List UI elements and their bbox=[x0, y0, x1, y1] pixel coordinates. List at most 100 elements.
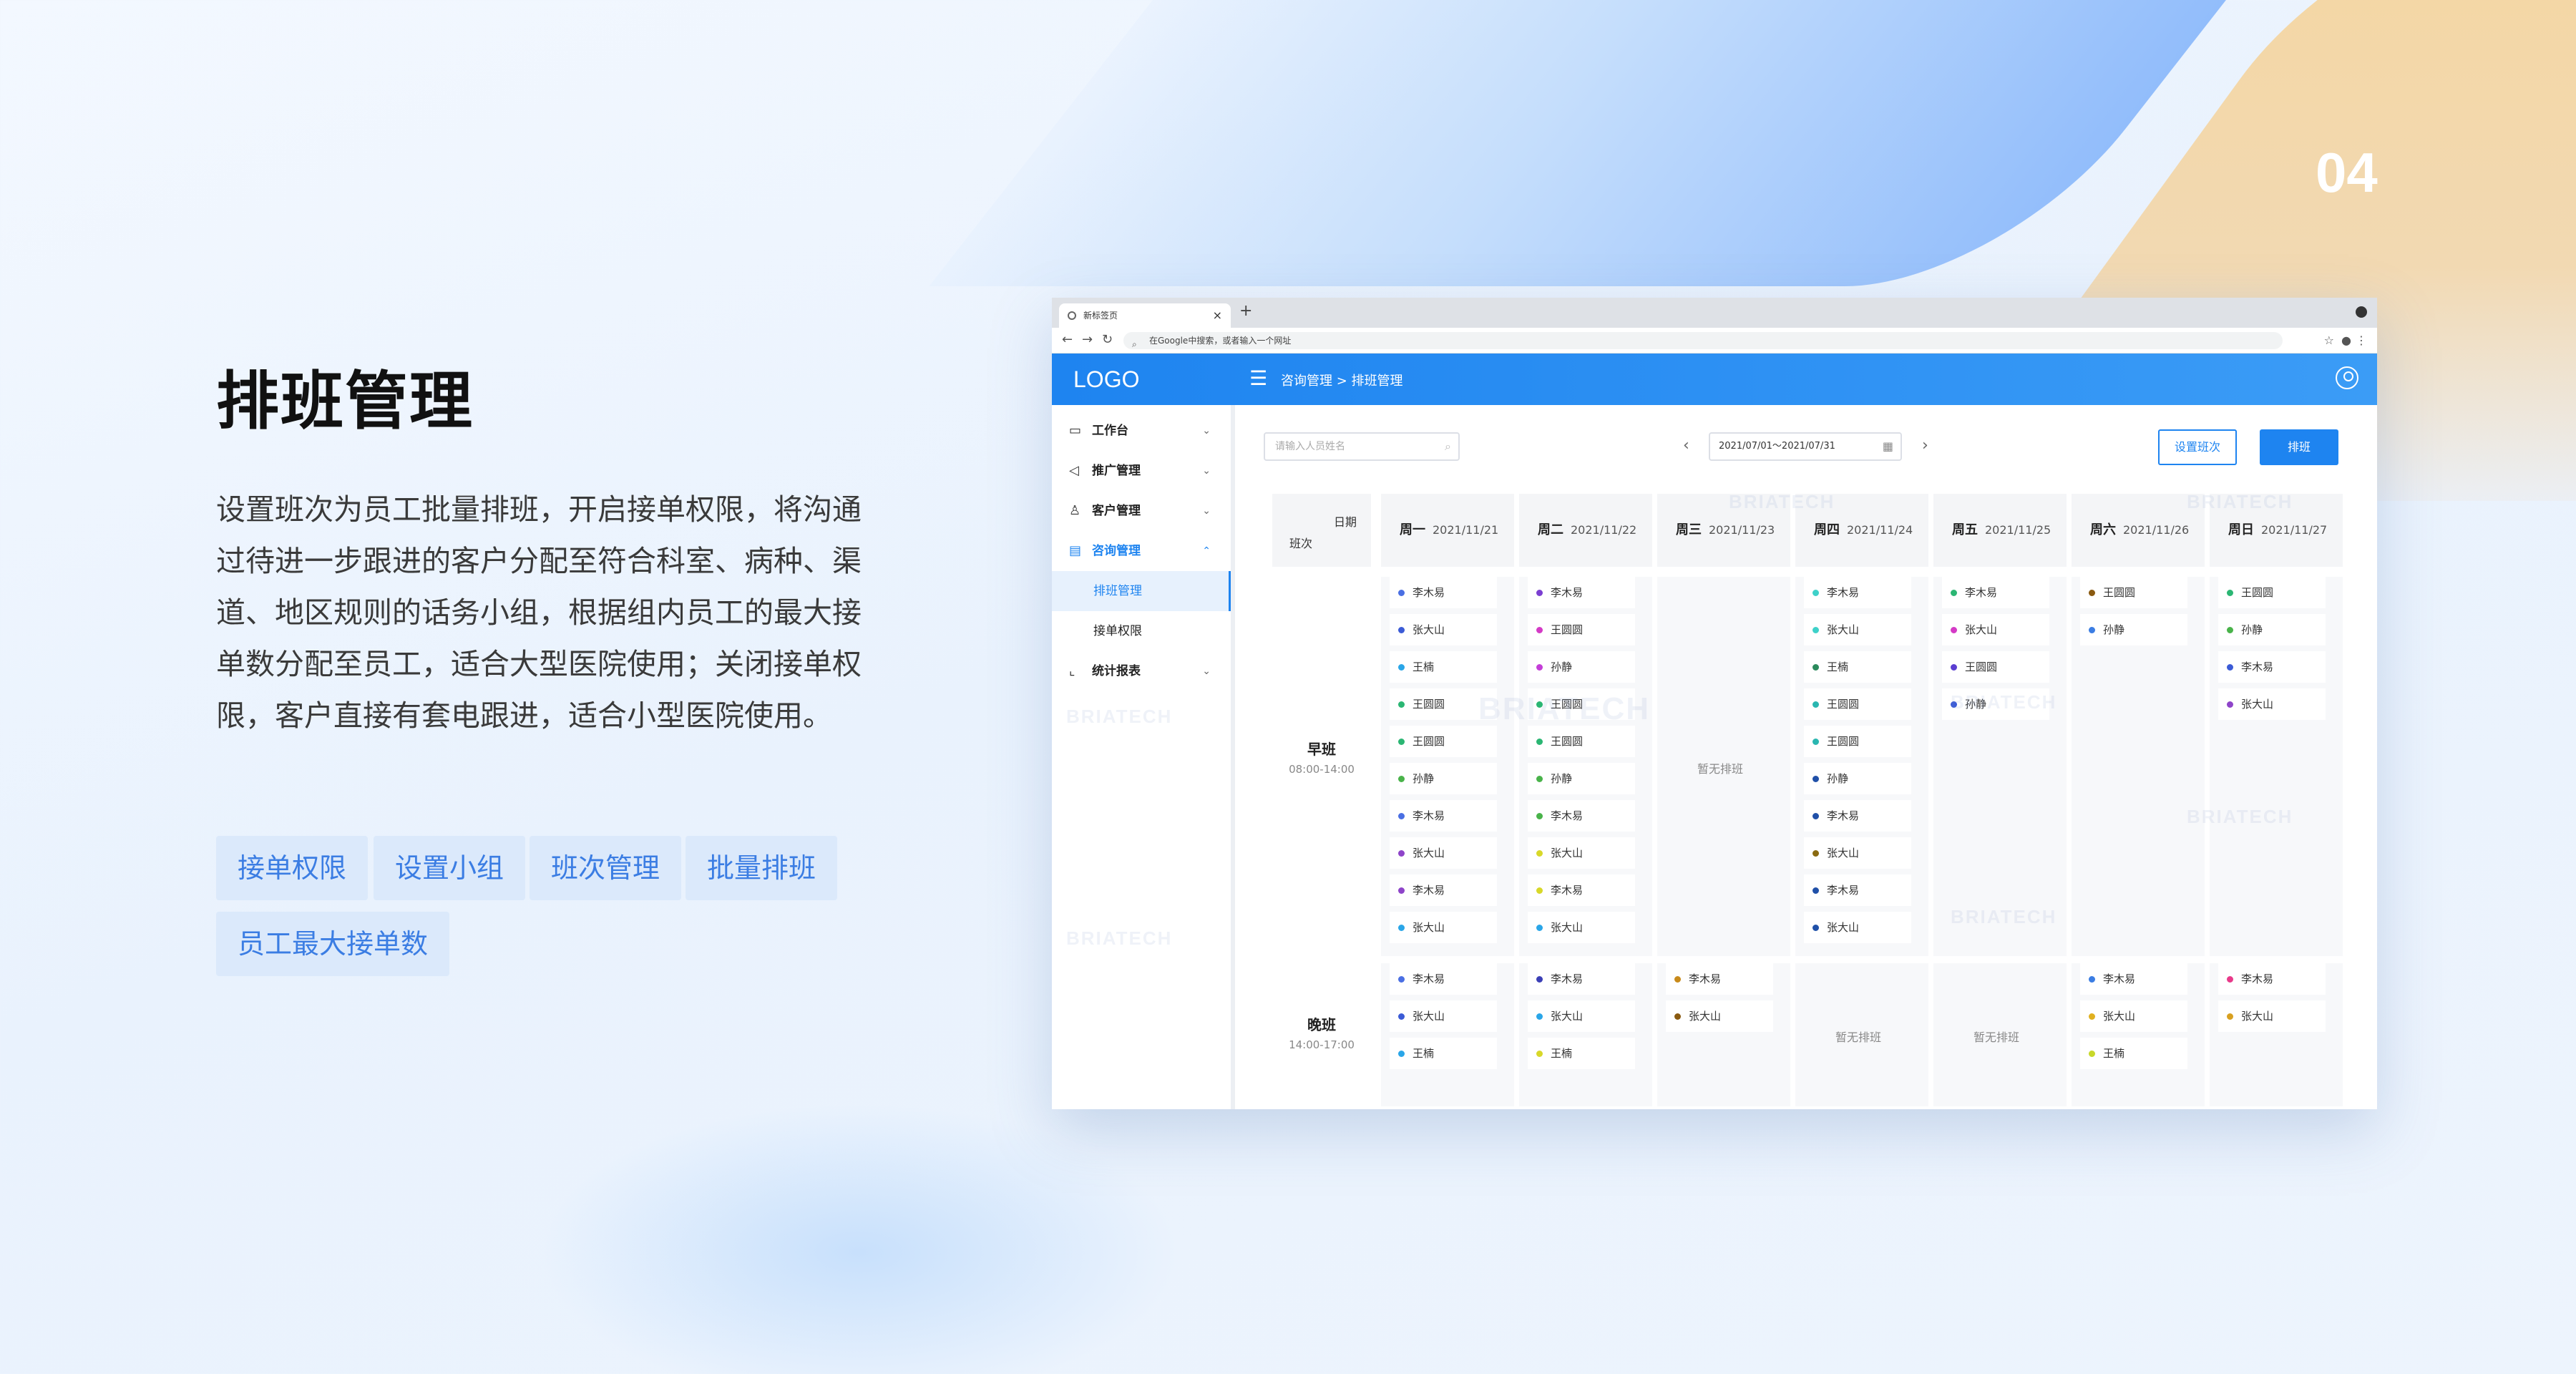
staff-chip[interactable]: 张大山 bbox=[1528, 912, 1635, 943]
sidebar-item-workbench[interactable]: ▭ 工作台 ⌄ bbox=[1052, 411, 1231, 451]
staff-chip[interactable]: 李木易 bbox=[2080, 963, 2187, 995]
staff-chip[interactable]: 张大山 bbox=[1390, 1000, 1497, 1032]
staff-chip[interactable]: 孙静 bbox=[1528, 763, 1635, 794]
staff-chip[interactable]: 张大山 bbox=[1528, 1000, 1635, 1032]
staff-chip[interactable]: 李木易 bbox=[1528, 963, 1635, 995]
reload-icon[interactable]: ↻ bbox=[1102, 332, 1113, 347]
back-icon[interactable]: ← bbox=[1062, 332, 1073, 347]
staff-chip[interactable]: 李木易 bbox=[2218, 651, 2326, 683]
schedule-cell[interactable]: 李木易 张大山 王圆圆 孙静 bbox=[1933, 577, 2067, 956]
staff-chip[interactable]: 李木易 bbox=[1804, 577, 1911, 608]
staff-chip[interactable]: 张大山 bbox=[1942, 614, 2049, 645]
staff-chip[interactable]: 王楠 bbox=[1390, 1038, 1497, 1069]
schedule-cell[interactable]: 李木易 张大山 王楠 bbox=[1519, 963, 1652, 1106]
staff-chip[interactable]: 王圆圆 bbox=[2218, 577, 2326, 608]
user-avatar-icon[interactable] bbox=[2336, 366, 2358, 389]
watermark: BRIATECH bbox=[2187, 806, 2293, 827]
staff-chip[interactable]: 张大山 bbox=[1390, 614, 1497, 645]
schedule-cell[interactable]: 暂无排班 bbox=[1795, 963, 1928, 1106]
staff-chip[interactable]: 王圆圆 bbox=[1804, 688, 1911, 720]
staff-chip[interactable]: 张大山 bbox=[1528, 837, 1635, 869]
staff-chip[interactable]: 王圆圆 bbox=[1390, 726, 1497, 757]
corner-shift-label: 班次 bbox=[1289, 537, 1313, 550]
staff-chip[interactable]: 张大山 bbox=[2218, 688, 2326, 720]
prev-range-icon[interactable]: ‹ bbox=[1683, 437, 1689, 454]
new-tab-icon[interactable]: + bbox=[1239, 302, 1252, 320]
staff-chip[interactable]: 孙静 bbox=[2218, 614, 2326, 645]
staff-chip[interactable]: 张大山 bbox=[2218, 1000, 2326, 1032]
schedule-cell[interactable]: 李木易 张大山 王楠 王圆圆 王圆圆 孙静 李木易 张大山 李木易 张大山 bbox=[1381, 577, 1514, 956]
schedule-button[interactable]: 排班 bbox=[2260, 429, 2338, 465]
profile-icon[interactable]: ● bbox=[2341, 333, 2351, 347]
staff-chip[interactable]: 王楠 bbox=[2080, 1038, 2187, 1069]
window-control-icon[interactable] bbox=[2356, 306, 2367, 318]
sidebar-item-consultation[interactable]: ▤ 咨询管理 ⌃ bbox=[1052, 531, 1231, 571]
schedule-cell[interactable]: 暂无排班 bbox=[1657, 577, 1790, 956]
staff-chip[interactable]: 王圆圆 bbox=[1528, 726, 1635, 757]
staff-chip[interactable]: 李木易 bbox=[1666, 963, 1773, 995]
sidebar-item-reports[interactable]: ⌞ 统计报表 ⌄ bbox=[1052, 651, 1231, 691]
set-shift-button[interactable]: 设置班次 bbox=[2158, 429, 2237, 465]
schedule-cell[interactable]: 李木易 张大山 王楠 王圆圆 王圆圆 孙静 李木易 张大山 李木易 张大山 bbox=[1795, 577, 1928, 956]
schedule-cell[interactable]: 李木易 王圆圆 孙静 王圆圆 王圆圆 孙静 李木易 张大山 李木易 张大山 bbox=[1519, 577, 1652, 956]
schedule-cell[interactable]: 李木易张大山王楠 bbox=[2072, 963, 2205, 1106]
staff-chip[interactable]: 李木易 bbox=[1390, 874, 1497, 906]
staff-chip[interactable]: 张大山 bbox=[1666, 1000, 1773, 1032]
staff-chip[interactable]: 李木易 bbox=[1390, 963, 1497, 995]
next-range-icon[interactable]: › bbox=[1922, 437, 1928, 454]
staff-chip[interactable]: 孙静 bbox=[2080, 614, 2187, 645]
status-dot-icon bbox=[1813, 664, 1819, 671]
browser-tab[interactable]: 新标签页 × bbox=[1059, 303, 1231, 328]
staff-chip[interactable]: 王楠 bbox=[1390, 651, 1497, 683]
close-tab-icon[interactable]: × bbox=[1213, 303, 1222, 328]
staff-chip[interactable]: 王楠 bbox=[1804, 651, 1911, 683]
staff-chip[interactable]: 王圆圆 bbox=[1804, 726, 1911, 757]
menu-toggle-icon[interactable]: ☰ bbox=[1249, 366, 1267, 390]
user-icon: ♙ bbox=[1069, 503, 1081, 518]
address-bar[interactable]: ⌕ 在Google中搜索，或者输入一个网址 bbox=[1123, 332, 2283, 349]
staff-chip[interactable]: 李木易 bbox=[1390, 800, 1497, 832]
sidebar-subitem-scheduling[interactable]: 排班管理 bbox=[1052, 571, 1231, 611]
staff-chip[interactable]: 孙静 bbox=[1804, 763, 1911, 794]
schedule-cell[interactable]: 李木易 张大山 bbox=[2210, 963, 2343, 1106]
staff-chip[interactable]: 孙静 bbox=[1390, 763, 1497, 794]
staff-name: 张大山 bbox=[1551, 847, 1584, 859]
staff-chip[interactable]: 张大山 bbox=[1390, 837, 1497, 869]
staff-chip[interactable]: 张大山 bbox=[1390, 912, 1497, 943]
staff-chip[interactable]: 张大山 bbox=[1804, 614, 1911, 645]
schedule-cell[interactable]: 王圆圆孙静李木易张大山 bbox=[2210, 577, 2343, 956]
sidebar-item-label: 统计报表 bbox=[1092, 664, 1141, 678]
more-menu-icon[interactable]: ⋮ bbox=[2356, 333, 2367, 347]
staff-chip[interactable]: 李木易 bbox=[1804, 800, 1911, 832]
search-input[interactable]: 请输入人员姓名 ⌕ bbox=[1264, 432, 1460, 461]
schedule-cell[interactable]: 王圆圆 孙静 bbox=[2072, 577, 2205, 956]
schedule-cell[interactable]: 李木易 张大山 bbox=[1657, 963, 1790, 1106]
staff-chip[interactable]: 张大山 bbox=[1804, 912, 1911, 943]
staff-chip[interactable]: 王圆圆 bbox=[1528, 614, 1635, 645]
staff-chip[interactable]: 王圆圆 bbox=[2080, 577, 2187, 608]
staff-chip[interactable]: 王圆圆 bbox=[1942, 651, 2049, 683]
staff-chip[interactable]: 张大山 bbox=[1804, 837, 1911, 869]
staff-name: 李木易 bbox=[2103, 973, 2136, 985]
status-dot-icon bbox=[2227, 627, 2233, 633]
staff-chip[interactable]: 李木易 bbox=[2218, 963, 2326, 995]
staff-chip[interactable]: 李木易 bbox=[1804, 874, 1911, 906]
sidebar-subitem-order-permission[interactable]: 接单权限 bbox=[1052, 611, 1231, 651]
staff-chip[interactable]: 李木易 bbox=[1528, 577, 1635, 608]
date-range-picker[interactable]: 2021/07/01～2021/07/31 ▦ bbox=[1709, 432, 1902, 461]
sidebar-item-customers[interactable]: ♙ 客户管理 ⌄ bbox=[1052, 491, 1231, 531]
schedule-cell[interactable]: 李木易 张大山 王楠 bbox=[1381, 963, 1514, 1106]
staff-chip[interactable]: 王楠 bbox=[1528, 1038, 1635, 1069]
staff-chip[interactable]: 李木易 bbox=[1528, 800, 1635, 832]
sidebar-item-promotion[interactable]: ◁ 推广管理 ⌄ bbox=[1052, 451, 1231, 491]
staff-chip[interactable]: 孙静 bbox=[1528, 651, 1635, 683]
staff-chip[interactable]: 张大山 bbox=[2080, 1000, 2187, 1032]
schedule-cell[interactable]: 暂无排班 bbox=[1933, 963, 2067, 1106]
staff-name: 孙静 bbox=[1413, 772, 1435, 785]
forward-icon[interactable]: → bbox=[1082, 332, 1093, 347]
staff-chip[interactable]: 李木易 bbox=[1942, 577, 2049, 608]
bookmark-star-icon[interactable]: ☆ bbox=[2324, 333, 2334, 347]
staff-chip[interactable]: 李木易 bbox=[1390, 577, 1497, 608]
status-dot-icon bbox=[1398, 925, 1405, 931]
staff-chip[interactable]: 李木易 bbox=[1528, 874, 1635, 906]
